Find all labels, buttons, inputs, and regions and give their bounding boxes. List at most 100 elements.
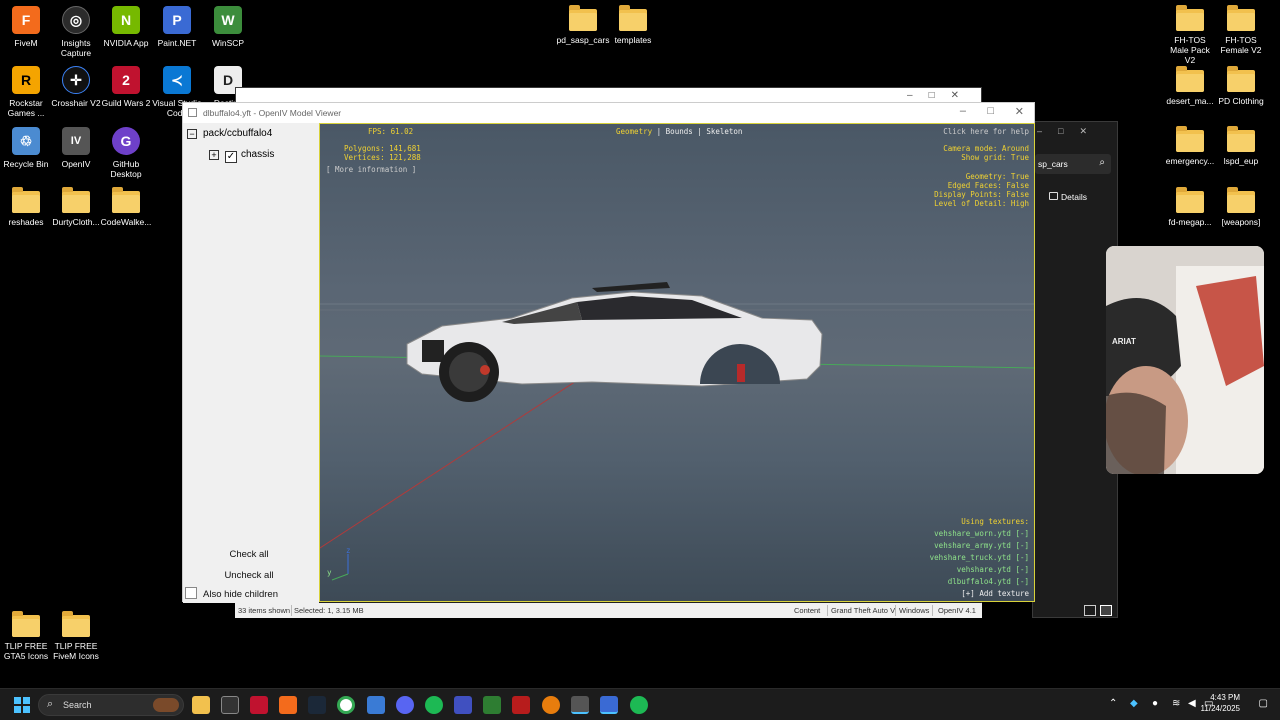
tab-separator: |: [697, 127, 702, 136]
desktop-folder-lspd-eup[interactable]: lspd_eup: [1215, 126, 1267, 166]
tab-bounds[interactable]: Bounds: [666, 127, 693, 136]
steam-icon[interactable]: [308, 696, 326, 714]
add-texture-link[interactable]: [+] Add texture: [961, 589, 1029, 598]
texture-item[interactable]: vehshare.ytd [-]: [957, 565, 1029, 574]
more-information-link[interactable]: [ More information ]: [326, 165, 416, 174]
recycle-bin-icon: ♲: [12, 127, 40, 155]
desktop-icon-rockstar[interactable]: R Rockstar Games ...: [0, 66, 52, 118]
tree-node-chassis[interactable]: + ✓ chassis: [209, 149, 274, 163]
spotify-icon[interactable]: [425, 696, 443, 714]
app-icon[interactable]: [483, 696, 501, 714]
window-controls[interactable]: –□✕: [907, 90, 975, 101]
desktop-icon-crosshair[interactable]: ✛ Crosshair V2: [50, 66, 102, 108]
texture-item[interactable]: vehshare_army.ytd [-]: [934, 541, 1029, 550]
openiv-icon: IV: [62, 127, 90, 155]
desktop-icon-guild-wars-2[interactable]: 2 Guild Wars 2: [100, 66, 152, 108]
texture-item[interactable]: vehshare_worn.ytd [-]: [934, 529, 1029, 538]
tab-skeleton[interactable]: Skeleton: [706, 127, 742, 136]
texture-item[interactable]: vehshare_truck.ytd [-]: [930, 553, 1029, 562]
explorer-search-box[interactable]: sp_cars ⌕: [1035, 154, 1111, 174]
model-viewer-title-bar: dlbuffalo4.yft - OpenIV Model Viewer – □…: [183, 103, 1034, 123]
desktop-folder-pd-clothing[interactable]: PD Clothing: [1215, 66, 1267, 106]
desktop-icon-winscp[interactable]: W WinSCP: [202, 6, 254, 48]
volume-icon[interactable]: ◀: [1188, 698, 1196, 709]
folder-icon: [62, 187, 90, 213]
tab-geometry[interactable]: Geometry: [616, 127, 652, 136]
help-link[interactable]: Click here for help: [943, 127, 1029, 136]
display-points-toggle[interactable]: Display Points: False: [934, 190, 1029, 199]
app-icon[interactable]: [221, 696, 239, 714]
desktop-icon-github-desktop[interactable]: G GitHub Desktop: [100, 127, 152, 179]
start-button[interactable]: [14, 697, 30, 713]
desktop-icon-fivem[interactable]: F FiveM: [0, 6, 52, 48]
desktop-folder-pd-sasp-cars[interactable]: pd_sasp_cars: [556, 5, 610, 45]
also-hide-children-option[interactable]: Also hide children: [185, 587, 278, 600]
camera-mode[interactable]: Camera mode: Around: [943, 144, 1029, 153]
folder-icon: [62, 611, 90, 637]
filezilla-icon[interactable]: [512, 696, 530, 714]
desktop-folder-fh-tos-male[interactable]: FH-TOS Male Pack V2: [1164, 5, 1216, 65]
details-view-icon[interactable]: [1084, 605, 1096, 616]
guild-wars-icon: 2: [112, 66, 140, 94]
desktop-folder-desert[interactable]: desert_ma...: [1164, 66, 1216, 106]
fivem-icon[interactable]: [279, 696, 297, 714]
cap-logo-text: ARIAT: [1112, 337, 1136, 346]
edged-faces-toggle[interactable]: Edged Faces: False: [948, 181, 1029, 190]
wifi-icon[interactable]: ≋: [1172, 698, 1180, 709]
also-hide-children-label: Also hide children: [203, 589, 278, 600]
desktop-folder-durtycloth[interactable]: DurtyCloth...: [50, 187, 102, 227]
level-of-detail-toggle[interactable]: Level of Detail: High: [934, 199, 1029, 208]
desktop-icon-openiv[interactable]: IV OpenIV: [50, 127, 102, 169]
discord-icon[interactable]: [396, 696, 414, 714]
winscp-icon: W: [214, 6, 242, 34]
texture-item[interactable]: dlbuffalo4.ytd [-]: [948, 577, 1029, 586]
maximize-button[interactable]: □: [987, 105, 994, 117]
desktop-folder-codewalker[interactable]: CodeWalke...: [100, 187, 152, 227]
taskbar-search[interactable]: ⌕ Search: [38, 694, 184, 716]
chassis-checkbox[interactable]: ✓: [225, 151, 237, 163]
desktop-folder-tlip-fivem[interactable]: TLIP FREE FiveM Icons: [50, 611, 102, 661]
openiv-icon[interactable]: [571, 696, 589, 714]
desktop-icon-paint-net[interactable]: P Paint.NET: [151, 6, 203, 48]
desktop-folder-fd-megapack[interactable]: fd-megap...: [1164, 187, 1216, 227]
clock[interactable]: 4:43 PM 11/24/2025: [1201, 692, 1240, 714]
tree-root-node[interactable]: − pack/ccbuffalo4: [187, 128, 272, 139]
show-grid-toggle[interactable]: Show grid: True: [961, 153, 1029, 162]
spotify-icon[interactable]: [630, 696, 648, 714]
file-explorer-icon[interactable]: [192, 696, 210, 714]
minimize-button[interactable]: –: [960, 105, 966, 117]
guild-wars-icon[interactable]: [250, 696, 268, 714]
search-icon[interactable]: ⌕: [1099, 157, 1105, 168]
notepad-icon[interactable]: [367, 696, 385, 714]
desktop-folder-emergency[interactable]: emergency...: [1164, 126, 1216, 166]
notifications-icon[interactable]: ▢: [1259, 698, 1268, 709]
chrome-icon[interactable]: [337, 696, 355, 714]
desktop-folder-templates[interactable]: templates: [607, 5, 659, 45]
details-button[interactable]: Details: [1061, 192, 1087, 202]
geometry-toggle[interactable]: Geometry: True: [966, 172, 1029, 181]
desktop-folder-reshades[interactable]: reshades: [0, 187, 52, 227]
check-all-button[interactable]: Check all: [193, 546, 305, 564]
app-icon[interactable]: [454, 696, 472, 714]
also-hide-children-checkbox[interactable]: [185, 587, 197, 599]
3d-viewport[interactable]: FPS: 61.02 Polygons: 141,681 Vertices: 1…: [319, 123, 1035, 602]
desktop-folder-fh-tos-female[interactable]: FH-TOS Female V2: [1215, 5, 1267, 55]
blender-icon[interactable]: [542, 696, 560, 714]
window-controls[interactable]: –□✕: [1037, 126, 1103, 137]
desktop-icon-nvidia-app[interactable]: N NVIDIA App: [100, 6, 152, 48]
desktop-icon-recycle-bin[interactable]: ♲ Recycle Bin: [0, 127, 52, 169]
microphone-icon[interactable]: ●: [1152, 698, 1158, 709]
search-highlight-icon: [153, 698, 179, 712]
collapse-icon[interactable]: −: [187, 129, 197, 139]
folder-icon: [1176, 66, 1204, 92]
paint-net-icon[interactable]: [600, 696, 618, 714]
tray-app-icon[interactable]: ◆: [1130, 698, 1138, 709]
desktop-icon-insights-capture[interactable]: ◎ Insights Capture: [50, 6, 102, 58]
desktop-folder-weapons[interactable]: [weapons]: [1215, 187, 1267, 227]
desktop-folder-tlip-gta5[interactable]: TLIP FREE GTA5 Icons: [0, 611, 52, 661]
chevron-up-icon[interactable]: ⌃: [1109, 698, 1117, 709]
expand-icon[interactable]: +: [209, 150, 219, 160]
large-icons-view-icon[interactable]: [1100, 605, 1112, 616]
close-button[interactable]: ✕: [1015, 105, 1024, 118]
uncheck-all-button[interactable]: Uncheck all: [193, 567, 305, 585]
